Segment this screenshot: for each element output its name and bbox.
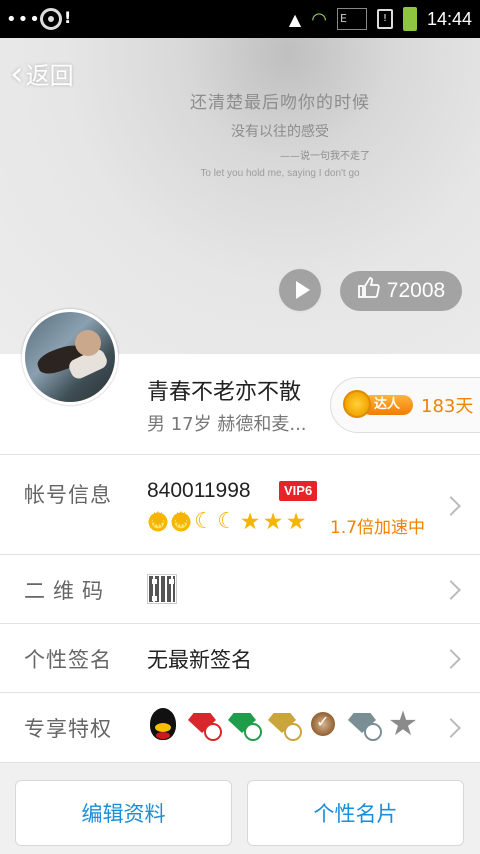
edit-profile-button[interactable]: 编辑资料 <box>15 780 232 846</box>
moon-icon: ☾ <box>217 509 237 534</box>
chevron-right-icon <box>441 496 461 516</box>
star-icon: ★ <box>239 509 261 535</box>
blue-diamond-icon <box>346 707 382 741</box>
signature-value: 无最新签名 <box>147 648 252 672</box>
status-bar: ••• ! ▲ ◠ E ! 14:44 <box>0 0 480 38</box>
clock: 14:44 <box>426 8 472 29</box>
chevron-right-icon <box>441 649 461 669</box>
signal-icon: E <box>336 8 367 30</box>
qr-code-icon <box>147 574 177 604</box>
qr-code-label: 二维码 <box>24 579 111 603</box>
profile-subline: 男 17岁 赫德和麦... <box>147 414 307 435</box>
sun-icon <box>170 508 192 533</box>
qq-number: 840011998 <box>147 479 251 502</box>
cover-line-1: 还清楚最后吻你的时候 <box>190 93 370 113</box>
play-button[interactable] <box>277 267 323 313</box>
cover-text: 还清楚最后吻你的时候 没有以往的感受 ——说一句我不走了 To let you … <box>140 88 420 179</box>
nickname: 青春不老亦不散 <box>147 380 302 405</box>
image-icon: ▲ <box>288 9 302 29</box>
cover-line-3: ——说一句我不走了 <box>280 151 370 162</box>
signature-label: 个性签名 <box>24 648 112 672</box>
expert-medal-icon: 达人 <box>343 390 413 418</box>
cover-line-2: 没有以往的感受 <box>231 124 329 140</box>
star-icon: ★ <box>285 509 307 535</box>
chevron-right-icon <box>441 718 461 738</box>
battery-charging-icon <box>402 7 417 31</box>
wifi-icon: ◠ <box>311 8 327 30</box>
vip-badge: VIP6 <box>279 481 318 501</box>
expert-days: 183天 <box>421 396 474 417</box>
cover-line-4: To let you hold me, saying I don't go <box>200 168 360 179</box>
qq-penguin-icon <box>146 707 180 741</box>
yellow-diamond-icon <box>266 707 302 741</box>
back-button[interactable]: ‹ 返回 <box>10 56 74 91</box>
red-diamond-icon <box>186 707 222 741</box>
account-info-row[interactable]: 帐号信息 840011998 VIP6 ☾ ☾ ★ ★ ★ 1.7倍加速中 <box>0 454 480 554</box>
disc-icon <box>40 8 62 30</box>
back-label: 返回 <box>25 62 74 90</box>
avatar[interactable] <box>22 309 118 405</box>
level-icons: ☾ ☾ ★ ★ ★ <box>147 508 307 535</box>
sim-alert-icon: ! <box>376 9 393 29</box>
more-dots-icon: ••• <box>6 9 41 30</box>
signal-label: E <box>339 12 347 25</box>
like-count: 72008 <box>386 279 446 302</box>
account-info-label: 帐号信息 <box>24 483 112 507</box>
like-button[interactable]: 72008 <box>340 271 462 311</box>
star-icon: ★ <box>387 704 419 744</box>
qr-code-row[interactable]: 二维码 <box>0 554 480 623</box>
thumbs-up-icon <box>357 276 381 306</box>
bottom-bar: 编辑资料 个性名片 <box>0 762 480 854</box>
green-diamond-icon <box>226 707 262 741</box>
moon-icon: ☾ <box>194 509 214 534</box>
expert-badge-button[interactable]: 达人 183天 <box>330 377 480 433</box>
signature-row[interactable]: 个性签名 无最新签名 <box>0 623 480 692</box>
personal-card-button[interactable]: 个性名片 <box>247 780 464 846</box>
chevron-right-icon <box>441 580 461 600</box>
star-icon: ★ <box>262 509 284 535</box>
privileges-row[interactable]: 专享特权 ★ <box>0 692 480 762</box>
brown-diamond-icon <box>306 707 340 741</box>
speed-status: 1.7倍加速中 <box>330 518 426 538</box>
sun-icon <box>147 508 169 533</box>
alert-icon: ! <box>64 8 72 27</box>
privilege-icons: ★ <box>146 707 420 741</box>
chevron-left-icon: ‹ <box>10 53 24 94</box>
privileges-label: 专享特权 <box>24 717 112 741</box>
